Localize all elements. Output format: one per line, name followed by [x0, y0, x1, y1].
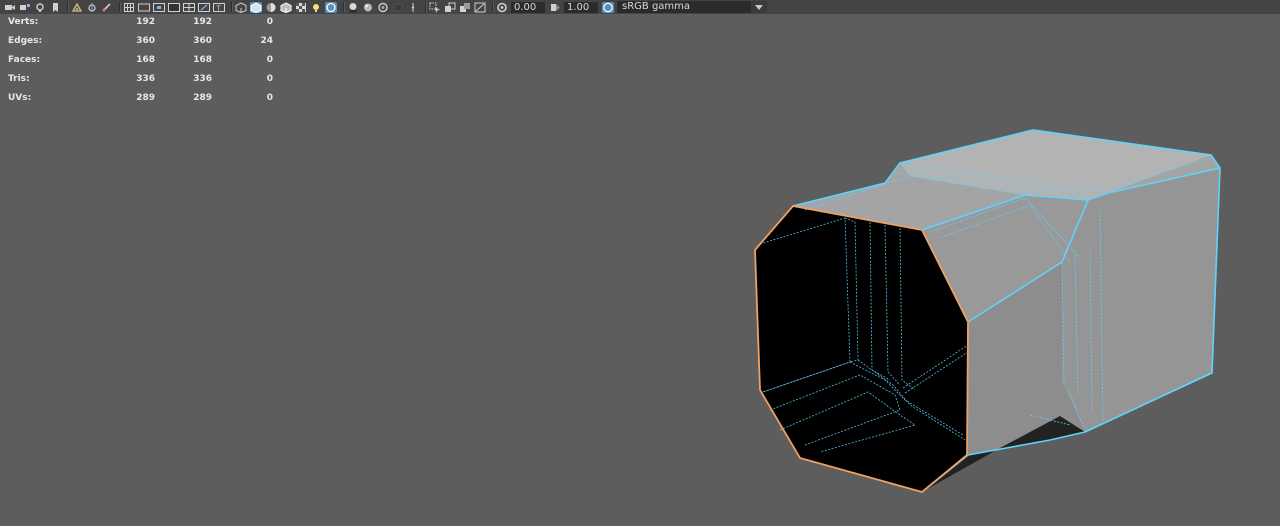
viewport-3d-mesh[interactable]	[0, 0, 1280, 526]
